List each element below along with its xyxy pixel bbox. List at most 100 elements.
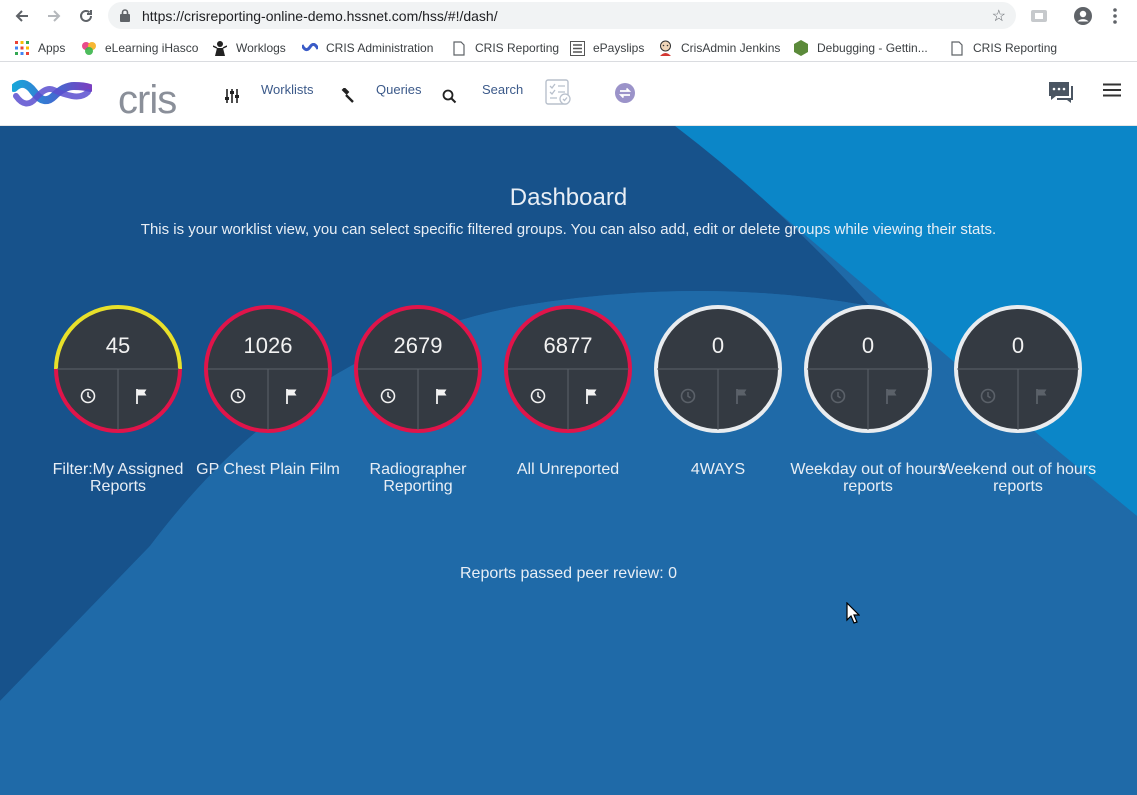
flag-icon[interactable] bbox=[885, 388, 905, 408]
tile-count: 6877 bbox=[543, 333, 593, 358]
worklist-tile[interactable]: 2679 Radiographer Reporting bbox=[353, 304, 483, 495]
tile-count: 45 bbox=[105, 333, 131, 358]
tile-count: 0 bbox=[711, 333, 725, 358]
flag-icon[interactable] bbox=[585, 388, 605, 408]
nav-queries[interactable]: Queries bbox=[376, 82, 422, 97]
bookmark-label: Debugging - Gettin... bbox=[817, 41, 928, 55]
tile-label: Weekend out of hours reports bbox=[939, 461, 1097, 495]
peer-review-stat: Reports passed peer review: 0 bbox=[460, 565, 677, 582]
bookmark-worklogs[interactable]: Worklogs bbox=[212, 39, 286, 57]
bookmark-cris-reporting-2[interactable]: CRIS Reporting bbox=[949, 39, 1057, 57]
tile-label: All Unreported bbox=[516, 461, 620, 478]
tile-ring[interactable]: 0 bbox=[953, 304, 1083, 434]
tile-count: 0 bbox=[861, 333, 875, 358]
logo-text: cris bbox=[118, 78, 177, 122]
checklist-icon[interactable] bbox=[545, 79, 571, 110]
bookmark-cris-reporting[interactable]: CRIS Reporting bbox=[451, 39, 559, 57]
lock-icon bbox=[120, 9, 130, 27]
browser-toolbar: https://crisreporting-online-demo.hssnet… bbox=[0, 0, 1137, 32]
page-icon bbox=[949, 40, 965, 56]
worklist-tile[interactable]: 6877 All Unreported bbox=[503, 304, 633, 478]
tile-label: Filter:My Assigned Reports bbox=[52, 461, 184, 495]
worklists-sliders-icon[interactable] bbox=[224, 88, 240, 109]
flag-icon[interactable] bbox=[285, 388, 305, 408]
bookmark-star-icon[interactable]: ☆ bbox=[992, 6, 1006, 26]
tile-label: 4WAYS bbox=[690, 461, 746, 478]
bookmark-apps[interactable]: Apps bbox=[14, 39, 65, 57]
worklist-tile[interactable]: 0 Weekend out of hours reports bbox=[940, 304, 1096, 495]
page-icon bbox=[451, 40, 467, 56]
hexagon-icon bbox=[793, 40, 809, 56]
cris-logo[interactable]: cris bbox=[10, 74, 182, 122]
ihasco-icon bbox=[81, 40, 97, 56]
bookmark-epayslips[interactable]: ePayslips bbox=[569, 39, 644, 57]
tile-count: 2679 bbox=[393, 333, 443, 358]
cris-logo-icon bbox=[10, 79, 94, 107]
back-icon[interactable] bbox=[11, 5, 33, 27]
flag-icon[interactable] bbox=[435, 388, 455, 408]
bookmark-label: Apps bbox=[38, 41, 66, 55]
flag-icon[interactable] bbox=[135, 388, 155, 408]
chrome-menu-icon[interactable] bbox=[1106, 5, 1124, 27]
nav-worklists[interactable]: Worklists bbox=[261, 82, 313, 97]
messages-icon[interactable] bbox=[1048, 80, 1074, 109]
worklist-tile[interactable]: 0 Weekday out of hours reports bbox=[790, 304, 946, 495]
tile-count: 0 bbox=[1011, 333, 1025, 358]
bookmark-label: Worklogs bbox=[236, 41, 286, 55]
bookmark-label: eLearning iHasco bbox=[105, 41, 199, 55]
bookmark-label: CRIS Reporting bbox=[475, 41, 560, 55]
clock-icon[interactable] bbox=[680, 388, 700, 408]
search-icon[interactable] bbox=[442, 89, 457, 109]
nav-search[interactable]: Search bbox=[482, 82, 523, 97]
reload-icon[interactable] bbox=[75, 5, 97, 27]
bookmark-label: CrisAdmin Jenkins bbox=[681, 41, 781, 55]
extension-icon[interactable] bbox=[1028, 5, 1050, 27]
tile-ring[interactable]: 1026 bbox=[203, 304, 333, 434]
cris-icon bbox=[302, 40, 318, 56]
dashboard-panel: Dashboard This is your worklist view, yo… bbox=[0, 126, 1137, 795]
clock-icon[interactable] bbox=[380, 388, 400, 408]
worklist-tile[interactable]: 1026 GP Chest Plain Film bbox=[196, 304, 340, 478]
forward-icon[interactable] bbox=[43, 5, 65, 27]
bookmark-label: CRIS Administration bbox=[326, 41, 434, 55]
flag-icon[interactable] bbox=[735, 388, 755, 408]
worklogs-icon bbox=[212, 40, 228, 56]
bookmark-jenkins[interactable]: CrisAdmin Jenkins bbox=[657, 39, 780, 57]
bookmark-elearning[interactable]: eLearning iHasco bbox=[81, 39, 198, 57]
dashboard-title: Dashboard bbox=[509, 184, 628, 211]
mouse-cursor-icon bbox=[846, 601, 861, 629]
clock-icon[interactable] bbox=[230, 388, 250, 408]
clock-icon[interactable] bbox=[830, 388, 850, 408]
tile-label: Weekday out of hours reports bbox=[790, 461, 946, 495]
queries-gavel-icon[interactable] bbox=[340, 87, 355, 108]
hamburger-menu-icon[interactable] bbox=[1103, 83, 1121, 102]
profile-avatar-icon[interactable] bbox=[1072, 5, 1094, 27]
tile-ring[interactable]: 0 bbox=[653, 304, 783, 434]
jenkins-icon bbox=[657, 40, 673, 56]
flag-icon[interactable] bbox=[1035, 388, 1055, 408]
dashboard-subtitle: This is your worklist view, you can sele… bbox=[140, 221, 997, 238]
app-header: cris Worklists Queries Search bbox=[0, 62, 1137, 126]
tile-ring[interactable]: 45 bbox=[53, 304, 183, 434]
url-text: https://crisreporting-online-demo.hssnet… bbox=[142, 8, 498, 24]
worklist-tile[interactable]: 0 4WAYS bbox=[653, 304, 783, 478]
clock-icon[interactable] bbox=[80, 388, 100, 408]
tile-ring[interactable]: 0 bbox=[803, 304, 933, 434]
tile-label: Radiographer Reporting bbox=[369, 461, 467, 495]
clock-icon[interactable] bbox=[980, 388, 1000, 408]
swap-icon[interactable] bbox=[614, 82, 636, 109]
epayslips-icon bbox=[569, 40, 585, 56]
tile-ring[interactable]: 6877 bbox=[503, 304, 633, 434]
bookmark-label: CRIS Reporting bbox=[973, 41, 1058, 55]
address-bar[interactable]: https://crisreporting-online-demo.hssnet… bbox=[108, 2, 1016, 29]
bookmark-cris-admin[interactable]: CRIS Administration bbox=[302, 39, 433, 57]
clock-icon[interactable] bbox=[530, 388, 550, 408]
bookmarks-bar: Apps eLearning iHasco Worklogs CRIS Admi… bbox=[0, 32, 1137, 62]
worklist-tile[interactable]: 45 Filter:My Assigned Reports bbox=[53, 304, 183, 495]
tile-count: 1026 bbox=[243, 333, 293, 358]
tile-ring[interactable]: 2679 bbox=[353, 304, 483, 434]
bookmark-label: ePayslips bbox=[593, 41, 645, 55]
bookmark-debugging[interactable]: Debugging - Gettin... bbox=[793, 39, 928, 57]
apps-grid-icon bbox=[14, 40, 30, 56]
tile-label: GP Chest Plain Film bbox=[196, 461, 340, 478]
